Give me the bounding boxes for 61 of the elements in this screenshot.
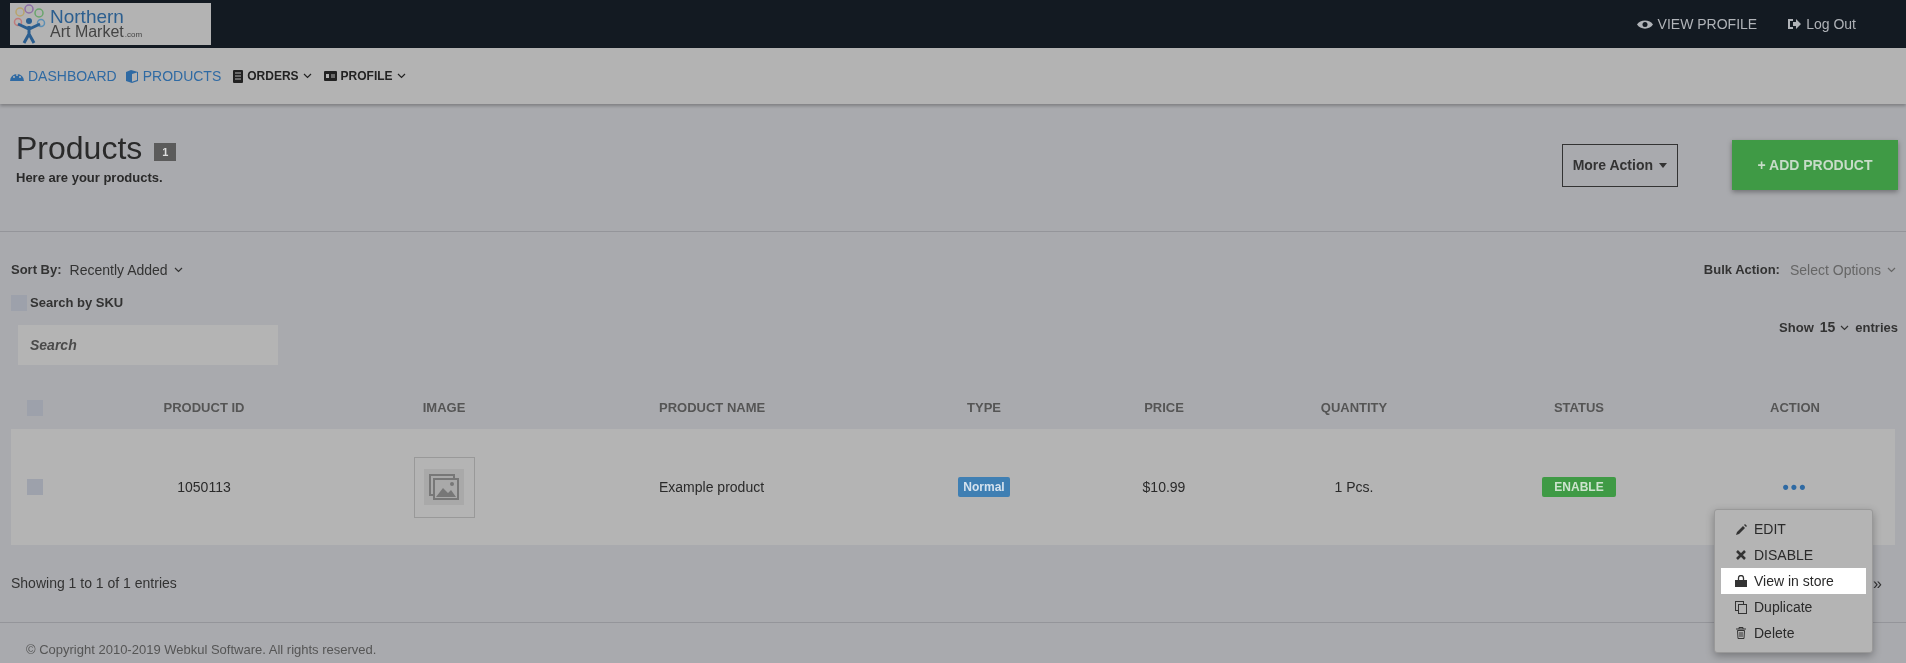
- chevron-down-icon: [173, 267, 183, 273]
- sort-label: Sort By:: [11, 261, 62, 280]
- column-header: STATUS: [1553, 400, 1605, 416]
- id-card-icon: [323, 71, 337, 81]
- caret-icon: [1659, 163, 1667, 168]
- nav-dropdown[interactable]: ORDERS: [233, 67, 312, 85]
- search-field[interactable]: Search: [18, 325, 278, 365]
- page-size-dropdown[interactable]: 15: [1819, 317, 1850, 338]
- column-header: PRODUCT NAME: [659, 400, 766, 416]
- shopping-bag-icon: [1735, 575, 1747, 587]
- trash-icon: [1736, 627, 1746, 639]
- tree-figure-icon: [12, 4, 46, 44]
- logout-icon: [1787, 18, 1802, 30]
- copy-icon: [1735, 600, 1747, 614]
- logo[interactable]: Northern Art Market.com: [10, 3, 211, 45]
- show-label: Show: [1779, 318, 1814, 337]
- table-cell: $10.99: [1142, 478, 1186, 495]
- pencil-icon: [1735, 523, 1747, 535]
- logo-text: Northern: [50, 9, 125, 24]
- menu-item[interactable]: DISABLE: [1721, 542, 1866, 568]
- column-header: ACTION: [1770, 400, 1820, 416]
- menu-item[interactable]: Duplicate: [1721, 594, 1866, 620]
- logo-suffix: .com: [124, 31, 143, 39]
- nav-dropdown[interactable]: PROFILE: [323, 67, 406, 85]
- checkbox-label: Search by SKU: [30, 294, 124, 313]
- menu-item[interactable]: Delete: [1721, 620, 1866, 646]
- table-cell: 1 Pcs.: [1334, 478, 1374, 495]
- column-header: PRICE: [1144, 400, 1184, 416]
- chevron-down-icon: [302, 73, 312, 79]
- column-header: PRODUCT ID: [163, 400, 245, 416]
- page-title: Products: [16, 129, 143, 168]
- entries-info: Showing 1 to 1 of 1 entries: [11, 574, 177, 593]
- chevron-down-icon: [1840, 324, 1850, 331]
- close-icon: [1736, 550, 1746, 560]
- entries-label: entries: [1855, 318, 1898, 337]
- image-icon: [424, 469, 464, 505]
- table-cell: Example product: [659, 478, 765, 495]
- count-badge: 1: [154, 142, 177, 162]
- menu-item[interactable]: View in store: [1721, 568, 1866, 594]
- column-header: QUANTITY: [1320, 400, 1388, 416]
- chevron-down-icon: [1887, 267, 1896, 273]
- gauge-icon: [10, 71, 24, 81]
- bulk-action-label: Bulk Action:: [1703, 261, 1780, 280]
- copyright-text: © Copyright 2010-2019 Webkul Software. All rights reserved.: [26, 642, 377, 657]
- more-action-button[interactable]: More Action: [1561, 144, 1678, 187]
- list-icon: [233, 69, 244, 83]
- table-cell: 1050113: [177, 478, 231, 495]
- menu-item[interactable]: EDIT: [1721, 516, 1866, 542]
- status-badge: ENABLE: [1542, 477, 1616, 497]
- column-header: TYPE: [967, 400, 1001, 416]
- cube-icon: [124, 69, 139, 83]
- page-subtitle: Here are your products.: [16, 169, 164, 187]
- eye-icon: [1636, 18, 1653, 30]
- top-link[interactable]: VIEW PROFILE: [1636, 13, 1758, 35]
- column-header: IMAGE: [422, 400, 466, 416]
- top-link[interactable]: Log Out: [1787, 13, 1856, 35]
- type-badge: Normal: [958, 477, 1010, 497]
- sort-dropdown[interactable]: Recently Added: [69, 259, 183, 281]
- next-page-link[interactable]: »: [1873, 571, 1882, 596]
- logo-text: Art Market: [50, 24, 124, 39]
- chevron-down-icon: [396, 73, 406, 79]
